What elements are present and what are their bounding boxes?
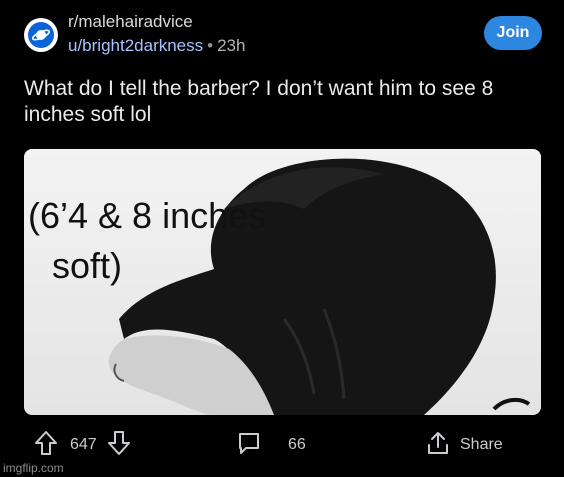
image-caption-line1: (6’4 & 8 inches	[28, 195, 267, 236]
vote-count: 647	[70, 436, 97, 453]
watermark: imgflip.com	[3, 461, 64, 475]
image-caption: (6’4 & 8 inches soft)	[28, 191, 266, 291]
post-image[interactable]: (6’4 & 8 inches soft)	[24, 149, 541, 415]
share-label: Share	[460, 436, 503, 453]
post-title[interactable]: What do I tell the barber? I don’t want …	[24, 76, 544, 128]
author-link[interactable]: u/bright2darkness	[68, 36, 203, 55]
upvote-icon	[34, 430, 58, 461]
subreddit-name[interactable]: r/malehairadvice	[68, 12, 193, 32]
post-meta: u/bright2darkness • 23h	[68, 36, 245, 56]
comment-icon	[236, 430, 262, 461]
upvote-button[interactable]: 647	[34, 428, 131, 462]
share-icon	[426, 430, 450, 461]
post-time: 23h	[217, 36, 246, 55]
downvote-icon[interactable]	[107, 430, 131, 461]
comment-count: 66	[288, 436, 306, 453]
image-caption-line2: soft)	[52, 245, 123, 286]
share-button[interactable]: Share	[426, 428, 503, 462]
comments-button[interactable]: 66	[236, 428, 306, 462]
join-button[interactable]: Join	[484, 16, 542, 50]
post-header: r/malehairadvice u/bright2darkness • 23h J…	[24, 10, 544, 60]
meta-separator: •	[207, 36, 214, 55]
subreddit-avatar[interactable]	[24, 18, 58, 52]
post-actions: 647 66 Share	[24, 428, 544, 462]
planet-icon	[28, 22, 54, 48]
post-card: r/malehairadvice u/bright2darkness • 23h J…	[0, 0, 564, 477]
